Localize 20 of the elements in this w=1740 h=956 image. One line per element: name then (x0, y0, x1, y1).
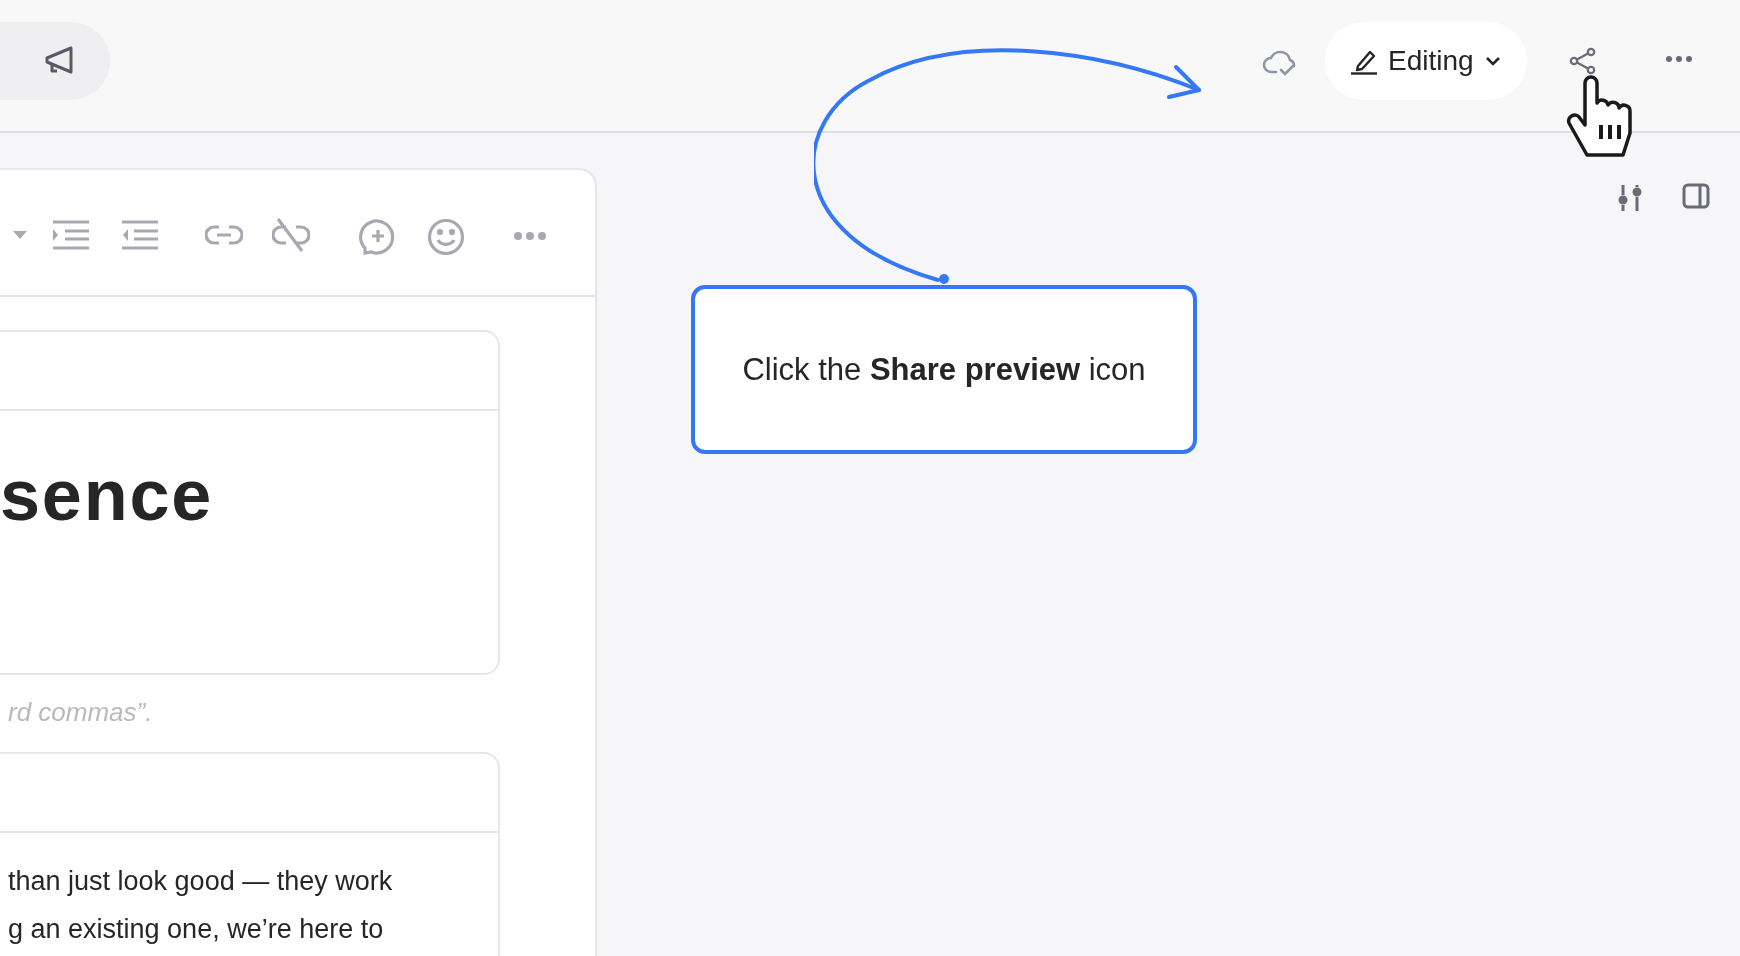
cloud-check-icon (1262, 50, 1298, 78)
callout-text: Click the Share preview icon (742, 350, 1146, 389)
comment-add-icon[interactable] (359, 218, 397, 256)
announcement-button[interactable] (0, 22, 110, 100)
share-icon[interactable] (1568, 46, 1598, 76)
side-panel-icon[interactable] (1682, 183, 1710, 209)
editing-dropdown[interactable]: Editing (1325, 22, 1527, 100)
outdent-icon[interactable] (120, 220, 158, 250)
unlink-icon[interactable] (272, 218, 310, 252)
indent-icon[interactable] (51, 220, 89, 250)
sliders-icon[interactable] (1618, 183, 1642, 213)
link-icon[interactable] (205, 224, 243, 246)
caret-icon[interactable] (12, 230, 28, 240)
emoji-icon[interactable] (427, 218, 465, 256)
body-text-line: than just look good — they work (8, 865, 393, 898)
body-text-line: g an existing one, we’re here to (8, 913, 384, 946)
chevron-down-icon (1483, 55, 1502, 67)
heading-text: sence (0, 459, 214, 531)
caption-text: rd commas”. (8, 696, 153, 729)
more-icon[interactable] (513, 230, 547, 242)
